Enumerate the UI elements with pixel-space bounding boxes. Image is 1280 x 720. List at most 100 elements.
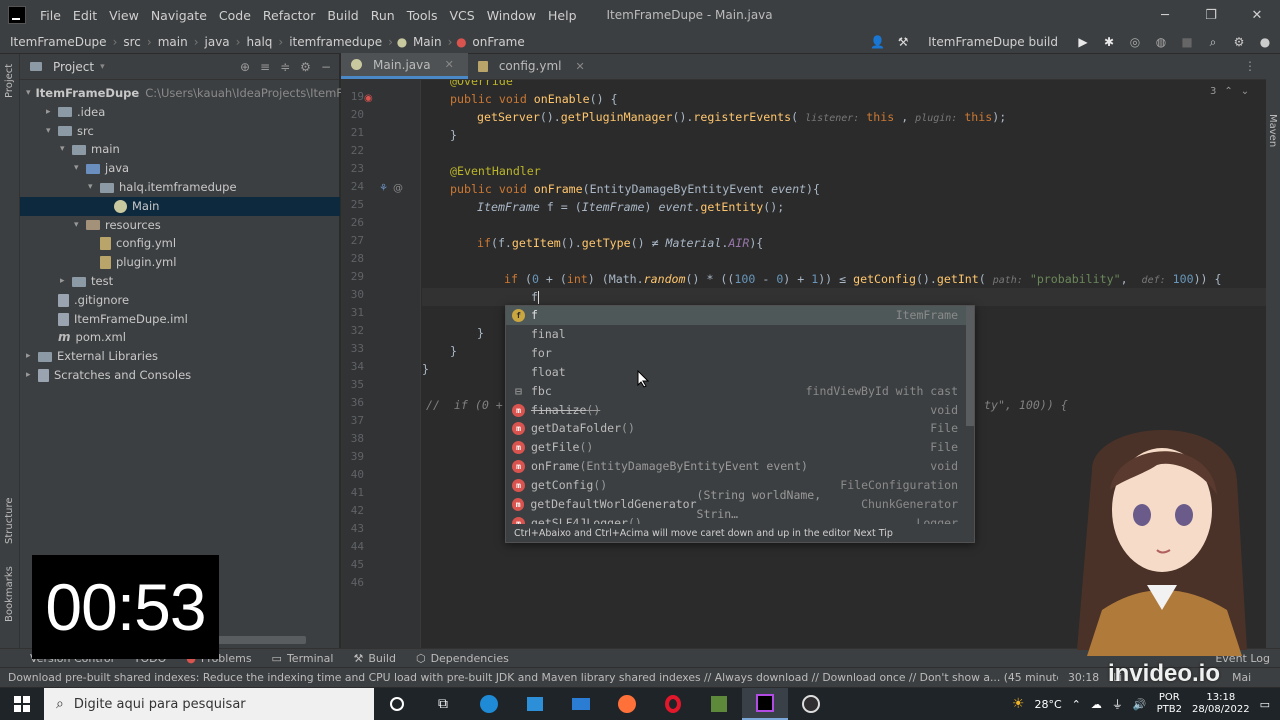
cloud-icon[interactable]: ☁ bbox=[1091, 698, 1102, 711]
tree-item[interactable]: plugin.yml bbox=[20, 253, 340, 272]
expand-arrow-icon[interactable]: ▾ bbox=[74, 159, 86, 178]
completion-item[interactable]: ⊟ fbc findViewById with cast bbox=[506, 382, 966, 401]
coverage-icon[interactable]: ◎ bbox=[1128, 35, 1142, 49]
debug-icon[interactable]: ✱ bbox=[1102, 35, 1116, 49]
tool-terminal[interactable]: ▭ Terminal bbox=[262, 652, 344, 665]
menu-help[interactable]: Help bbox=[542, 8, 583, 23]
tree-item[interactable]: ▾ java bbox=[20, 159, 340, 178]
menu-edit[interactable]: Edit bbox=[67, 8, 103, 23]
run-icon[interactable]: ▶ bbox=[1076, 35, 1090, 49]
tab-main-java[interactable]: Main.java ✕ bbox=[341, 53, 468, 79]
tool-dependencies[interactable]: ⬡ Dependencies bbox=[406, 652, 519, 665]
menu-file[interactable]: File bbox=[34, 8, 67, 23]
breadcrumb-main-class[interactable]: Main bbox=[409, 35, 446, 49]
tree-item[interactable]: ▾ halq.itemframedupe bbox=[20, 178, 340, 197]
speaker-icon[interactable]: 🔊 bbox=[1133, 698, 1147, 711]
tree-item[interactable]: m pom.xml bbox=[20, 328, 340, 347]
hide-icon[interactable]: − bbox=[321, 60, 331, 74]
menu-view[interactable]: View bbox=[103, 8, 145, 23]
completion-item[interactable]: f f ItemFrame bbox=[506, 306, 966, 325]
firefox-icon[interactable] bbox=[604, 688, 650, 720]
mail-icon[interactable] bbox=[558, 688, 604, 720]
maven-tool-tab[interactable]: Maven bbox=[1267, 114, 1278, 147]
menu-navigate[interactable]: Navigate bbox=[145, 8, 213, 23]
tree-item[interactable]: ▾ main bbox=[20, 140, 340, 159]
locate-icon[interactable]: ⊕ bbox=[240, 60, 250, 74]
completion-item[interactable]: final bbox=[506, 325, 966, 344]
clock[interactable]: 13:18 28/08/2022 bbox=[1192, 692, 1250, 716]
close-icon[interactable]: ✕ bbox=[1234, 8, 1280, 23]
tree-item[interactable]: ▾ resources bbox=[20, 216, 340, 235]
cortana-icon[interactable] bbox=[374, 688, 420, 720]
project-tool-tab[interactable]: Project bbox=[4, 64, 15, 98]
tree-item[interactable]: Main bbox=[20, 196, 340, 216]
store-icon[interactable] bbox=[512, 688, 558, 720]
breadcrumb-main[interactable]: main bbox=[154, 35, 192, 49]
menu-code[interactable]: Code bbox=[213, 8, 257, 23]
tab-menu-icon[interactable]: ⋮ bbox=[1244, 59, 1266, 79]
structure-tool-tab[interactable]: Structure bbox=[4, 497, 15, 544]
profile-icon[interactable]: ◍ bbox=[1154, 35, 1168, 49]
intellij-taskbar-icon[interactable] bbox=[742, 688, 788, 720]
completion-item[interactable]: m getFile() File bbox=[506, 438, 966, 457]
tree-item[interactable]: ▸ test bbox=[20, 272, 340, 291]
notification-icon[interactable]: ▭ bbox=[1260, 698, 1270, 711]
chevron-down-icon[interactable]: ⌄ bbox=[1241, 86, 1249, 97]
temperature[interactable]: 28°C bbox=[1034, 698, 1061, 711]
tree-item[interactable]: config.yml bbox=[20, 234, 340, 253]
expand-arrow-icon[interactable]: ▾ bbox=[26, 84, 31, 103]
account-icon[interactable]: ● bbox=[1258, 35, 1272, 49]
tree-item[interactable]: ▾ src bbox=[20, 122, 340, 141]
breadcrumb-onframe[interactable]: onFrame bbox=[468, 35, 528, 49]
taskbar-search-input[interactable]: ⌕ Digite aqui para pesquisar bbox=[44, 688, 374, 720]
completion-item[interactable]: m onFrame (EntityDamageByEntityEvent event… bbox=[506, 457, 966, 476]
tree-item[interactable]: ▾ ItemFrameDupe C:\Users\kauah\IdeaProject… bbox=[20, 84, 361, 103]
search-icon[interactable]: ⌕ bbox=[1206, 35, 1220, 49]
tab-config-yml[interactable]: config.yml ✕ bbox=[468, 53, 599, 79]
tree-item[interactable]: ItemFrameDupe.iml bbox=[20, 310, 340, 329]
chevron-up-icon[interactable]: ⌃ bbox=[1072, 698, 1081, 711]
completion-item[interactable]: for bbox=[506, 344, 966, 363]
run-configuration-select[interactable]: ItemFrameDupe build bbox=[922, 35, 1064, 49]
expand-all-icon[interactable]: ≡ bbox=[260, 60, 270, 74]
completion-item[interactable]: m finalize() void bbox=[506, 401, 966, 420]
user-icon[interactable]: 👤 bbox=[870, 35, 885, 49]
stop-icon[interactable]: ■ bbox=[1180, 35, 1194, 49]
inspection-widget[interactable]: 3 ⌃ ⌄ bbox=[1210, 86, 1249, 97]
menu-run[interactable]: Run bbox=[365, 8, 401, 23]
status-message[interactable]: Download pre-built shared indexes: Reduc… bbox=[8, 671, 1058, 684]
project-panel-title[interactable]: Project bbox=[53, 60, 94, 74]
settings-gear-icon[interactable]: ⚙ bbox=[1232, 35, 1246, 49]
collapse-arrow-icon[interactable]: ▸ bbox=[46, 103, 58, 122]
bookmarks-tool-tab[interactable]: Bookmarks bbox=[4, 566, 15, 622]
gear-icon[interactable]: ⚙ bbox=[300, 60, 311, 74]
breadcrumb-halq[interactable]: halq bbox=[242, 35, 276, 49]
chevron-up-icon[interactable]: ⌃ bbox=[1224, 86, 1232, 97]
minecraft-icon[interactable] bbox=[696, 688, 742, 720]
menu-tools[interactable]: Tools bbox=[401, 8, 444, 23]
menu-refactor[interactable]: Refactor bbox=[257, 8, 321, 23]
usb-icon[interactable]: ⏚ bbox=[1112, 696, 1123, 712]
completion-item[interactable]: m getDataFolder() File bbox=[506, 419, 966, 438]
close-tab-icon[interactable]: ✕ bbox=[445, 58, 454, 71]
edge-icon[interactable] bbox=[466, 688, 512, 720]
collapse-arrow-icon[interactable]: ▸ bbox=[26, 347, 38, 366]
minimize-icon[interactable]: ─ bbox=[1142, 8, 1188, 23]
event-handler-marker-icon[interactable]: ⚘ bbox=[379, 183, 388, 194]
menu-vcs[interactable]: VCS bbox=[444, 8, 481, 23]
completion-scrollbar[interactable] bbox=[966, 306, 974, 426]
windows-start-icon[interactable] bbox=[0, 688, 44, 720]
close-tab-icon[interactable]: ✕ bbox=[576, 60, 585, 73]
expand-arrow-icon[interactable]: ▾ bbox=[88, 178, 100, 197]
opera-icon[interactable] bbox=[650, 688, 696, 720]
restore-icon[interactable]: ❐ bbox=[1188, 8, 1234, 23]
collapse-arrow-icon[interactable]: ▸ bbox=[60, 272, 72, 291]
tree-item[interactable]: .gitignore bbox=[20, 291, 340, 310]
completion-tip[interactable]: Ctrl+Abaixo and Ctrl+Acima will move car… bbox=[506, 524, 974, 542]
breadcrumb-src[interactable]: src bbox=[119, 35, 145, 49]
breadcrumb-project[interactable]: ItemFrameDupe bbox=[0, 35, 111, 49]
tree-item[interactable]: ▸ .idea bbox=[20, 103, 340, 122]
caret-position[interactable]: 30:18 bbox=[1068, 671, 1099, 684]
chevron-down-icon[interactable]: ▾ bbox=[100, 62, 105, 72]
override-marker-icon[interactable]: ◉ bbox=[364, 93, 373, 104]
